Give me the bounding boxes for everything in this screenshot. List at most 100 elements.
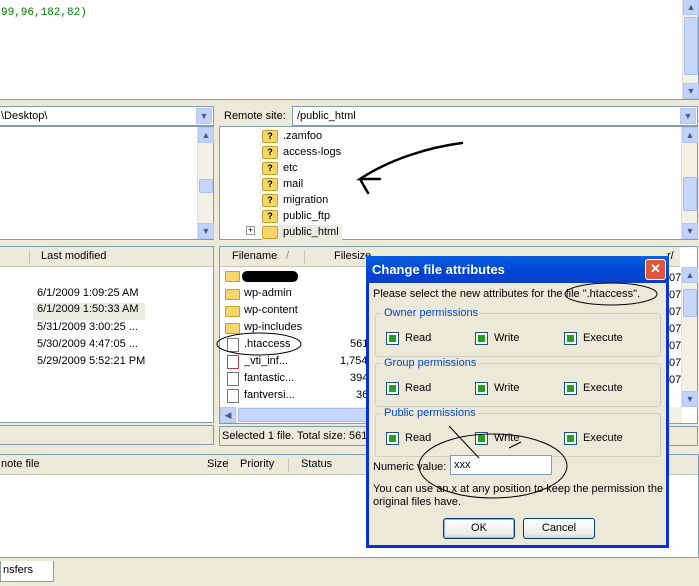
checkbox-label: Write xyxy=(494,382,520,394)
table-row[interactable]: fantastic... 394 xyxy=(224,371,374,388)
list-item[interactable]: 5/30/2009 4:47:05 ... xyxy=(37,338,138,355)
column-header-size[interactable]: Size xyxy=(207,458,228,470)
tree-item-label: public_ftp xyxy=(283,210,331,222)
row-suffix: 07 xyxy=(669,374,682,386)
group-label: Group permissions xyxy=(382,357,479,369)
scroll-down-button[interactable]: ▼ xyxy=(683,83,699,99)
dialog-titlebar[interactable]: Change file attributes ✕ xyxy=(366,256,669,283)
row-suffix: 07 xyxy=(669,323,682,335)
cancel-button[interactable]: Cancel xyxy=(523,518,595,539)
file-icon xyxy=(227,355,239,369)
file-size: 1,754 xyxy=(340,355,368,367)
scroll-thumb[interactable] xyxy=(238,408,368,422)
checkbox-label: Write xyxy=(494,332,520,344)
checkbox-box[interactable] xyxy=(564,382,577,395)
column-header-priority[interactable]: Priority xyxy=(240,458,274,470)
scroll-thumb[interactable] xyxy=(683,177,697,211)
modified-date: 5/30/2009 4:47:05 ... xyxy=(37,338,138,350)
checkbox-label: Execute xyxy=(583,382,623,394)
unknown-folder-icon: ? xyxy=(262,178,278,191)
tab-queued-transfers[interactable]: nsfers xyxy=(0,561,54,582)
table-row[interactable]: fantversi... 36 xyxy=(224,388,374,405)
ok-button[interactable]: OK xyxy=(443,518,515,539)
list-item-selected[interactable]: 6/1/2009 1:50:33 AM xyxy=(33,303,145,320)
modified-date: 6/1/2009 1:09:25 AM xyxy=(37,287,139,299)
column-separator xyxy=(29,250,30,264)
tree-item-label: public_html xyxy=(283,226,339,238)
scroll-down-button[interactable]: ▼ xyxy=(198,223,214,239)
column-header-last-modified[interactable]: Last modified xyxy=(41,250,106,262)
unknown-folder-icon: ? xyxy=(262,162,278,175)
annotation-ellipse xyxy=(564,282,658,306)
file-name: _vti_inf... xyxy=(244,355,289,367)
remote-tree-scrollbar[interactable]: ▲ ▼ xyxy=(681,127,698,239)
row-suffix: 07 xyxy=(669,289,682,301)
tree-item-selected[interactable]: public_html xyxy=(262,225,342,241)
checkbox-label: Read xyxy=(405,332,432,344)
table-row[interactable]: _vti_inf... 1,754 xyxy=(224,354,374,371)
tree-item-label: mail xyxy=(283,178,304,190)
column-separator xyxy=(304,250,305,264)
selection-status: Selected 1 file. Total size: 561 xyxy=(222,430,368,442)
checkbox-label: Execute xyxy=(583,432,623,444)
scroll-up-button[interactable]: ▲ xyxy=(682,267,698,283)
remote-site-label: Remote site: xyxy=(224,110,286,122)
checkbox-box[interactable] xyxy=(564,332,577,345)
log-scrollbar[interactable]: ▲ ▼ xyxy=(682,0,699,99)
list-item[interactable]: 6/1/2009 1:09:25 AM xyxy=(37,287,139,304)
local-tree: ▲ ▼ xyxy=(0,126,214,240)
scroll-up-button[interactable]: ▲ xyxy=(683,0,699,15)
expand-toggle[interactable]: + xyxy=(246,226,255,235)
column-header-filename[interactable]: Filename xyxy=(232,250,277,262)
list-item[interactable]: 5/31/2009 3:00:25 ... xyxy=(37,321,138,338)
message-log: 99,96,182,82) ▲ ▼ xyxy=(0,0,699,100)
local-status-bar xyxy=(0,425,214,445)
dialog-title: Change file attributes xyxy=(372,262,505,277)
checkbox-label: Read xyxy=(405,382,432,394)
scroll-down-button[interactable]: ▼ xyxy=(682,223,698,239)
local-list-header: Last modified xyxy=(0,247,213,267)
tree-item-label: migration xyxy=(283,194,329,206)
scroll-thumb[interactable] xyxy=(199,179,213,193)
remote-list-scrollbar[interactable]: ▲ ▼ xyxy=(681,267,698,407)
list-item[interactable]: 5/29/2009 5:52:21 PM xyxy=(37,355,145,372)
chevron-down-icon[interactable]: ▼ xyxy=(196,108,212,124)
column-header-status[interactable]: Status xyxy=(301,458,332,470)
modified-date: 5/29/2009 5:52:21 PM xyxy=(37,355,146,367)
unknown-folder-icon: ? xyxy=(262,130,278,143)
folder-icon xyxy=(262,226,278,239)
log-line: 99,96,182,82) xyxy=(1,7,87,19)
scroll-thumb[interactable] xyxy=(683,289,697,317)
scroll-up-button[interactable]: ▲ xyxy=(198,127,214,143)
checkbox-box[interactable] xyxy=(386,332,399,345)
local-path-combo[interactable]: \Desktop\ ▼ xyxy=(0,106,214,126)
remote-tree: ? .zamfoo ? access-logs ? etc ? mail ? migrat… xyxy=(219,126,698,241)
annotation-arrow xyxy=(355,141,464,195)
checkbox-box[interactable] xyxy=(475,382,488,395)
unknown-folder-icon: ? xyxy=(262,146,278,159)
scroll-left-button[interactable]: ◀ xyxy=(220,407,236,423)
file-name: wp-admin xyxy=(244,287,292,299)
close-button[interactable]: ✕ xyxy=(645,259,666,280)
chevron-down-icon[interactable]: ▼ xyxy=(680,108,696,124)
checkbox-box[interactable] xyxy=(386,432,399,445)
scroll-down-button[interactable]: ▼ xyxy=(682,391,698,407)
local-tree-scrollbar[interactable]: ▲ ▼ xyxy=(197,127,214,239)
file-icon xyxy=(227,372,239,386)
file-name: wp-content xyxy=(244,304,298,316)
folder-icon xyxy=(225,306,240,317)
row-suffix: 07 xyxy=(669,272,682,284)
folder-icon xyxy=(225,271,240,282)
column-header-remote-file[interactable]: note file xyxy=(1,458,40,470)
checkbox-box[interactable] xyxy=(386,382,399,395)
folder-icon xyxy=(225,289,240,300)
remote-path-combo[interactable]: /public_html ▼ xyxy=(292,106,698,126)
scroll-up-button[interactable]: ▲ xyxy=(682,127,698,143)
checkbox-box[interactable] xyxy=(475,332,488,345)
group-label: Owner permissions xyxy=(382,307,481,319)
scroll-thumb[interactable] xyxy=(684,17,698,75)
dialog-hint: You can use an x at any position to keep… xyxy=(373,483,664,508)
file-name: fantastic... xyxy=(244,372,295,384)
column-separator xyxy=(288,458,289,472)
remote-path-text: /public_html xyxy=(297,110,356,122)
